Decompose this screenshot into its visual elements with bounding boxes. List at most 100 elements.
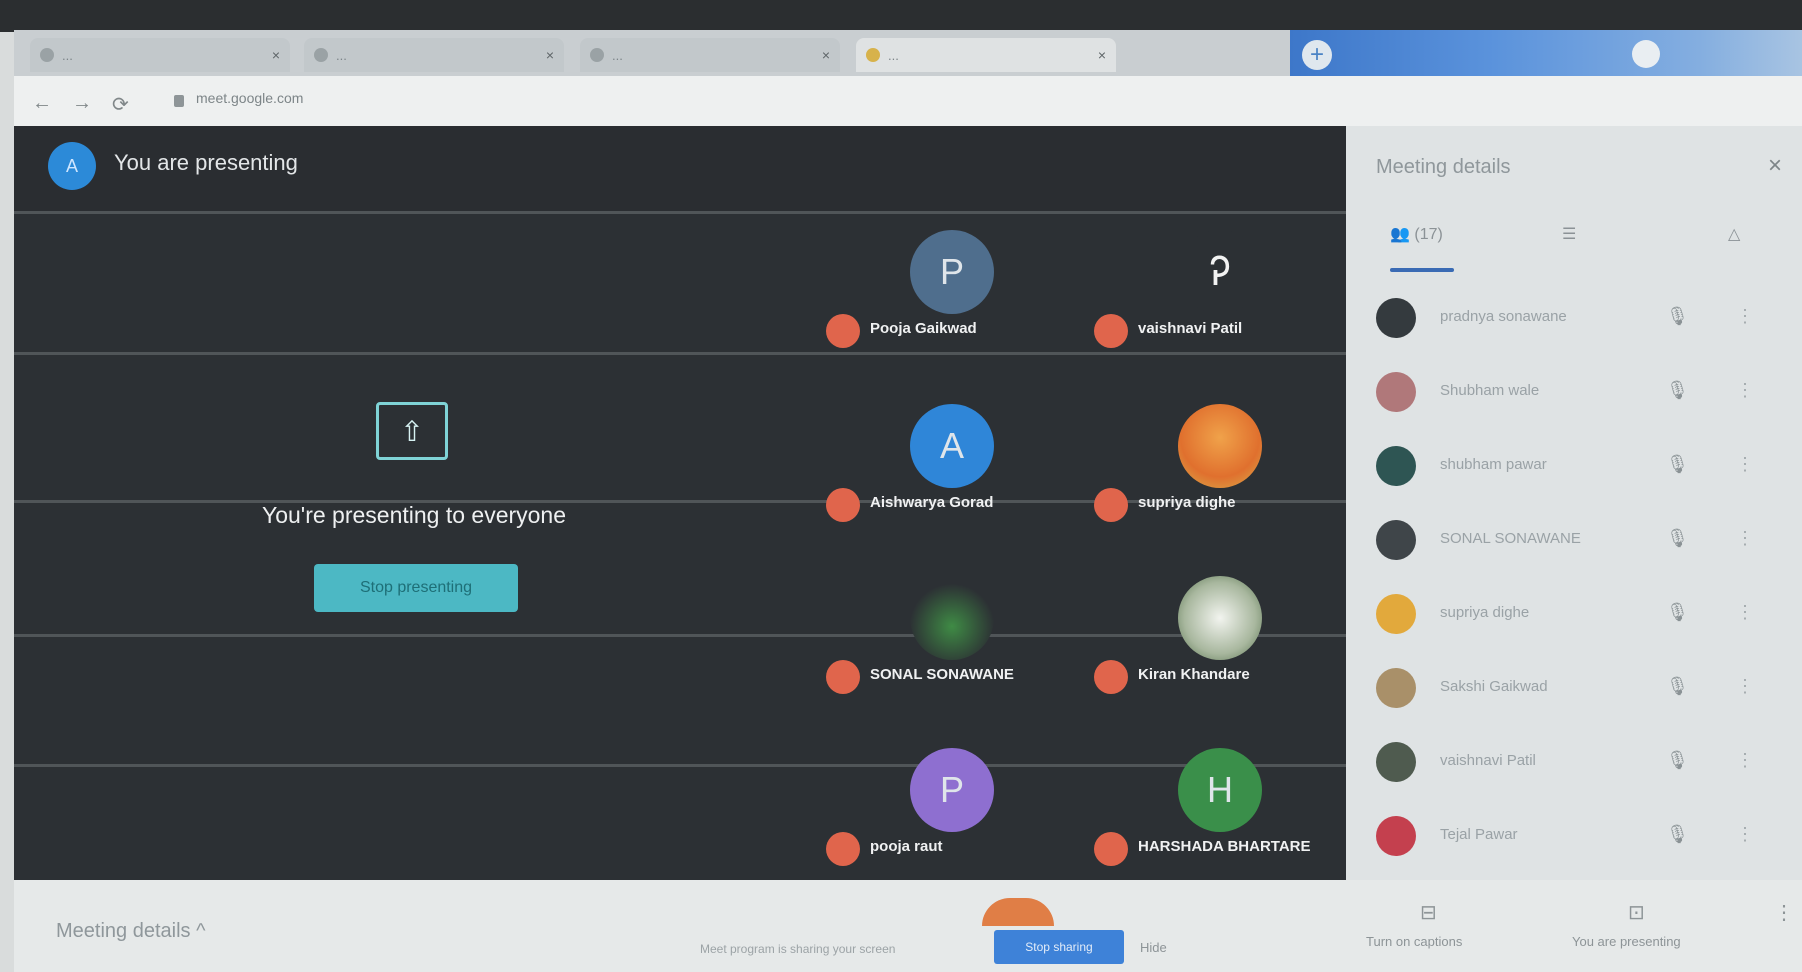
avatar: P [910, 748, 994, 832]
browser-profile-icon[interactable] [1632, 40, 1660, 68]
mic-off-icon: 🎙 [1666, 602, 1689, 622]
participant-row[interactable]: pradnya sonawane 🎙 ⋮ [1376, 290, 1776, 346]
tab-close-icon[interactable]: × [272, 47, 280, 63]
more-options-icon[interactable]: ⋮ [1736, 602, 1754, 623]
present-message: You're presenting to everyone [261, 502, 567, 528]
browser-window-title-area [1290, 30, 1802, 76]
participant-tile[interactable]: Kiran Khandare [1094, 576, 1314, 696]
url-field[interactable]: meet.google.com [196, 90, 303, 106]
activities-icon: △ [1728, 226, 1741, 243]
participant-row[interactable]: SONAL SONAWANE 🎙 ⋮ [1376, 512, 1776, 568]
participant-name: SONAL SONAWANE [1440, 530, 1581, 547]
mic-off-icon: 🎙 [1666, 676, 1689, 696]
present-now-icon[interactable]: ⊡ [1628, 900, 1645, 925]
participant-row[interactable]: vaishnavi Patil 🎙 ⋮ [1376, 734, 1776, 790]
people-count: (17) [1414, 226, 1443, 243]
stop-presenting-button[interactable]: Stop presenting [314, 564, 518, 612]
panel-title: Meeting details [1376, 156, 1511, 178]
mic-muted-icon [1094, 488, 1128, 522]
tab-close-icon[interactable]: × [822, 47, 830, 63]
captions-label[interactable]: Turn on captions [1366, 934, 1462, 949]
tab-close-icon[interactable]: × [1098, 47, 1106, 63]
presenting-banner-text: You are presenting [114, 150, 298, 175]
participant-name: supriya dighe [1440, 604, 1530, 621]
more-options-icon[interactable]: ⋮ [1736, 750, 1754, 771]
tab-chat[interactable]: ☰ [1562, 224, 1576, 244]
avatar [1376, 594, 1416, 634]
more-options-icon[interactable]: ⋮ [1736, 306, 1754, 327]
present-now-label[interactable]: You are presenting [1572, 934, 1681, 949]
participant-tile[interactable]: P Pooja Gaikwad [826, 230, 1046, 350]
meeting-controls-bar [14, 880, 1802, 972]
mic-muted-icon [826, 660, 860, 694]
participant-tile[interactable]: supriya dighe [1094, 404, 1314, 524]
stop-sharing-button[interactable]: Stop sharing [994, 930, 1124, 964]
meeting-details-panel: Meeting details × 👥 (17) ☰ △ pradnya son… [1346, 126, 1802, 880]
present-screen-icon: ⇧ [376, 402, 448, 460]
browser-tab[interactable]: ... × [304, 38, 564, 72]
more-options-icon[interactable]: ⋮ [1736, 380, 1754, 401]
avatar [1376, 816, 1416, 856]
participant-row[interactable]: Sakshi Gaikwad 🎙 ⋮ [1376, 660, 1776, 716]
participant-tile[interactable]: H HARSHADA BHARTARE [1094, 748, 1314, 868]
participant-row[interactable]: Tejal Pawar 🎙 ⋮ [1376, 808, 1776, 864]
tab-title: ... [888, 47, 899, 63]
participant-name: HARSHADA BHARTARE [1138, 838, 1311, 855]
mic-off-icon: 🎙 [1666, 380, 1689, 400]
tab-title: ... [62, 47, 73, 63]
participant-name: SONAL SONAWANE [870, 666, 1014, 683]
avatar [1376, 298, 1416, 338]
participant-row[interactable]: supriya dighe 🎙 ⋮ [1376, 586, 1776, 642]
avatar: P [910, 230, 994, 314]
more-options-icon[interactable]: ⋮ [1774, 900, 1794, 925]
participant-tile[interactable]: Ꭾ vaishnavi Patil [1094, 230, 1314, 350]
browser-tab[interactable]: ... × [30, 38, 290, 72]
participant-name: Shubham wale [1440, 382, 1540, 399]
browser-tab[interactable]: ... × [580, 38, 840, 72]
close-icon[interactable]: × [1768, 152, 1782, 180]
chat-icon: ☰ [1562, 226, 1577, 243]
more-options-icon[interactable]: ⋮ [1736, 454, 1754, 475]
captions-icon[interactable]: ⊟ [1420, 900, 1437, 925]
tab-favicon-icon [314, 48, 328, 62]
more-options-icon[interactable]: ⋮ [1736, 676, 1754, 697]
lock-icon [174, 95, 184, 107]
participant-tile[interactable]: A Aishwarya Gorad [826, 404, 1046, 524]
forward-icon[interactable]: → [72, 92, 92, 115]
mic-muted-icon [1094, 660, 1128, 694]
active-tab-indicator [1390, 268, 1454, 272]
os-top-bar [0, 0, 1802, 32]
mic-off-icon: 🎙 [1666, 454, 1689, 474]
participant-row[interactable]: Shubham wale 🎙 ⋮ [1376, 364, 1776, 420]
hide-button[interactable]: Hide [1140, 940, 1167, 955]
participant-row[interactable]: shubham pawar 🎙 ⋮ [1376, 438, 1776, 494]
avatar [1376, 446, 1416, 486]
reload-icon[interactable]: ⟳ [112, 92, 129, 117]
participant-name: shubham pawar [1440, 456, 1547, 473]
tab-favicon-icon [866, 48, 880, 62]
avatar: A [910, 404, 994, 488]
mic-muted-icon [1094, 832, 1128, 866]
participant-name: Pooja Gaikwad [870, 320, 977, 337]
tab-people[interactable]: 👥 (17) [1390, 224, 1443, 244]
tab-close-icon[interactable]: × [546, 47, 554, 63]
chevron-up-icon: ^ [196, 920, 206, 942]
more-options-icon[interactable]: ⋮ [1736, 824, 1754, 845]
presenting-banner: A You are presenting [14, 126, 1346, 211]
mic-muted-icon [826, 488, 860, 522]
meeting-stage: A You are presenting ⇧ You're presenting… [14, 126, 1346, 880]
browser-tab-active[interactable]: ... × [856, 38, 1116, 72]
participant-tile[interactable]: P pooja raut [826, 748, 1046, 868]
meeting-details-toggle[interactable]: Meeting details ^ [56, 920, 205, 943]
mic-muted-icon [1094, 314, 1128, 348]
tab-activities[interactable]: △ [1728, 224, 1740, 244]
participant-name: Tejal Pawar [1440, 826, 1518, 843]
divider [14, 211, 1346, 214]
mic-off-icon: 🎙 [1666, 824, 1689, 844]
participant-tile[interactable]: SONAL SONAWANE [826, 576, 1046, 696]
back-icon[interactable]: ← [32, 92, 52, 115]
new-tab-button[interactable]: + [1302, 40, 1332, 70]
avatar [1376, 520, 1416, 560]
more-options-icon[interactable]: ⋮ [1736, 528, 1754, 549]
participant-name: pradnya sonawane [1440, 308, 1567, 325]
